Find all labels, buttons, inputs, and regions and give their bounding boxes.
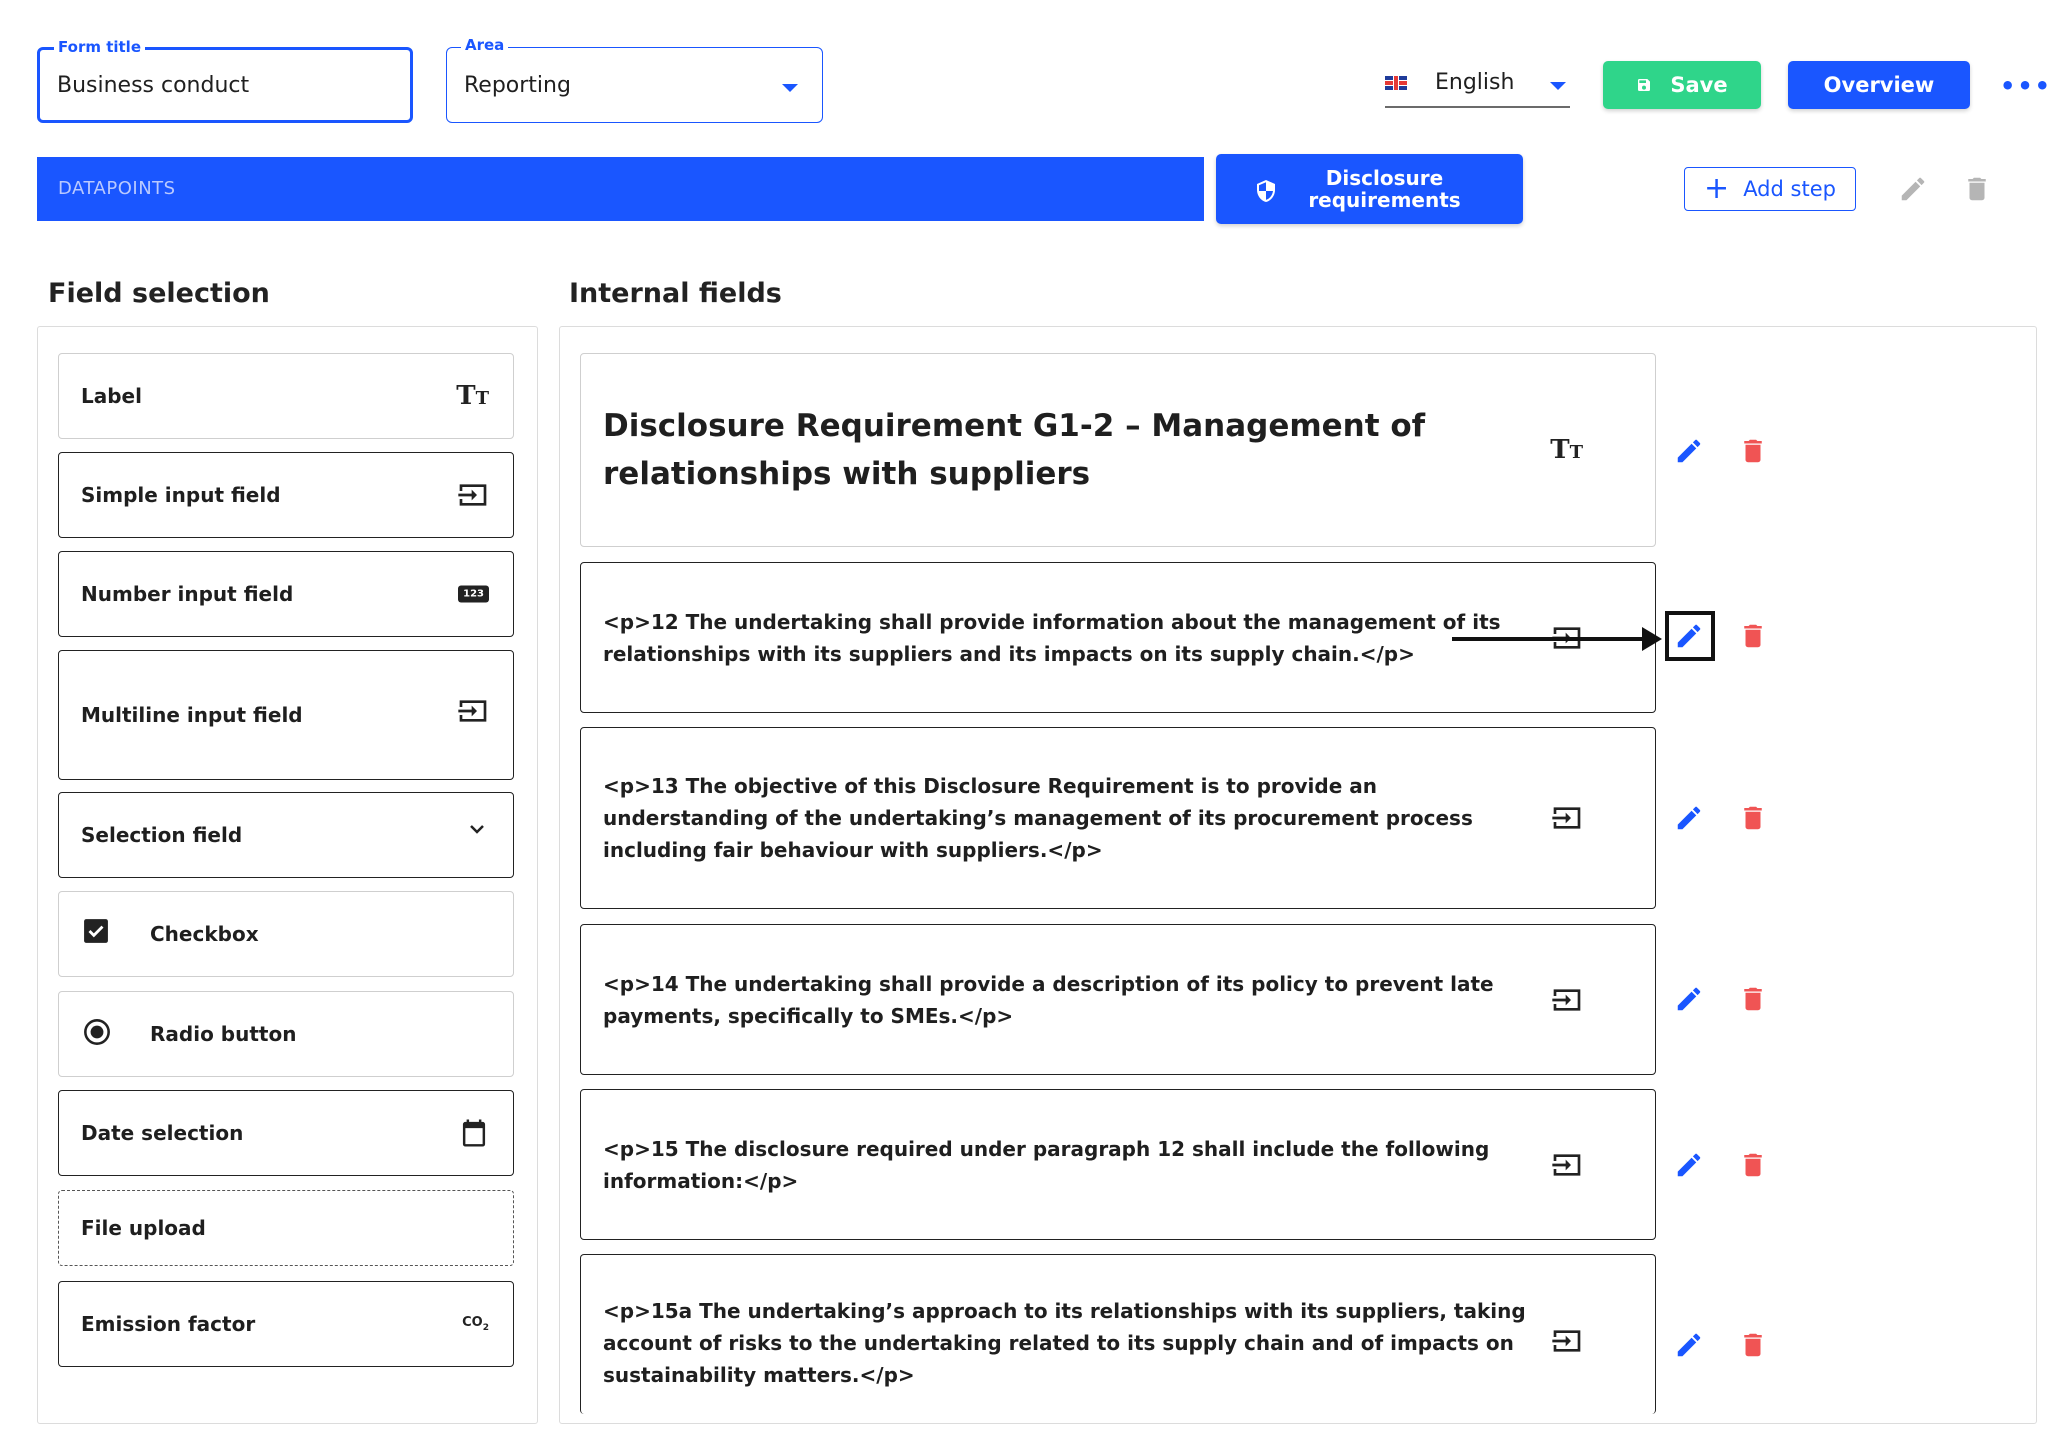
annotation-highlight-box bbox=[1665, 611, 1715, 661]
form-title-value: Business conduct bbox=[57, 72, 250, 98]
uk-flag-icon bbox=[1385, 76, 1407, 90]
field-type-radio-text: Radio button bbox=[150, 1022, 297, 1046]
edit-icon[interactable] bbox=[1674, 984, 1704, 1014]
field-type-label-text: Label bbox=[81, 384, 142, 408]
edit-icon[interactable] bbox=[1674, 436, 1704, 466]
save-button[interactable]: Save bbox=[1603, 61, 1761, 109]
plus-icon: + bbox=[1704, 171, 1730, 206]
add-step-label: Add step bbox=[1743, 177, 1836, 201]
datapoints-label: DATAPOINTS bbox=[58, 178, 176, 199]
field-type-file-upload[interactable]: File upload bbox=[58, 1190, 514, 1266]
edit-icon[interactable] bbox=[1674, 1150, 1704, 1180]
field-type-emission-factor-text: Emission factor bbox=[81, 1312, 256, 1336]
field-type-date-text: Date selection bbox=[81, 1121, 244, 1145]
datapoints-tab[interactable]: DATAPOINTS bbox=[37, 157, 1204, 221]
field-type-simple-input[interactable]: Simple input field bbox=[58, 452, 514, 538]
save-icon bbox=[1638, 79, 1651, 91]
edit-step-icon[interactable] bbox=[1898, 174, 1928, 204]
input-icon bbox=[458, 484, 487, 506]
field-selection-title: Field selection bbox=[48, 278, 270, 309]
internal-field-card[interactable]: <p>15 The disclosure required under para… bbox=[580, 1089, 1656, 1240]
text-format-icon: TT bbox=[1550, 435, 1583, 465]
numbers-icon: 123 bbox=[458, 585, 489, 603]
disclosure-requirements-button[interactable]: Disclosure requirements bbox=[1216, 154, 1523, 224]
shield-icon bbox=[1257, 180, 1275, 202]
input-icon bbox=[1552, 988, 1581, 1011]
delete-step-icon[interactable] bbox=[1962, 174, 1992, 204]
area-select[interactable]: Area Reporting bbox=[446, 36, 823, 123]
field-type-simple-input-text: Simple input field bbox=[81, 483, 281, 507]
add-step-button[interactable]: + Add step bbox=[1684, 167, 1856, 211]
delete-icon[interactable] bbox=[1738, 621, 1768, 651]
field-type-radio[interactable]: Radio button bbox=[58, 991, 514, 1077]
chevron-down-icon bbox=[782, 84, 798, 92]
annotation-arrow-line bbox=[1452, 637, 1644, 641]
internal-fields-title: Internal fields bbox=[569, 278, 782, 309]
language-select[interactable]: English bbox=[1385, 62, 1570, 108]
chevron-down-icon bbox=[1550, 82, 1566, 90]
chevron-down-icon bbox=[470, 825, 484, 834]
edit-icon[interactable] bbox=[1674, 1330, 1704, 1360]
field-type-checkbox[interactable]: Checkbox bbox=[58, 891, 514, 977]
internal-field-text: <p>15 The disclosure required under para… bbox=[603, 1136, 1490, 1193]
internal-field-card[interactable]: Disclosure Requirement G1-2 – Management… bbox=[580, 353, 1656, 547]
delete-icon[interactable] bbox=[1738, 1330, 1768, 1360]
input-icon bbox=[1552, 807, 1581, 829]
field-type-multiline-input[interactable]: Multiline input field bbox=[58, 650, 514, 780]
co2-icon: CO2 bbox=[462, 1315, 489, 1333]
calendar-icon bbox=[462, 1119, 486, 1147]
form-title-field[interactable]: Form title Business conduct bbox=[37, 38, 413, 123]
edit-icon[interactable] bbox=[1674, 803, 1704, 833]
internal-field-text: <p>14 The undertaking shall provide a de… bbox=[603, 971, 1494, 1028]
field-type-selection[interactable]: Selection field bbox=[58, 792, 514, 878]
field-type-number-input[interactable]: Number input field 123 bbox=[58, 551, 514, 637]
more-options-icon[interactable]: ••• bbox=[2000, 72, 2052, 100]
overview-button[interactable]: Overview bbox=[1788, 61, 1970, 109]
overview-label: Overview bbox=[1823, 73, 1935, 97]
delete-icon[interactable] bbox=[1738, 803, 1768, 833]
input-icon bbox=[1552, 1153, 1581, 1176]
internal-field-text: <p>12 The undertaking shall provide info… bbox=[603, 609, 1501, 666]
delete-icon[interactable] bbox=[1738, 984, 1768, 1014]
text-format-icon: TT bbox=[456, 381, 489, 411]
internal-field-card[interactable]: <p>13 The objective of this Disclosure R… bbox=[580, 727, 1656, 909]
disclosure-label-line2: requirements bbox=[1308, 188, 1461, 212]
field-type-emission-factor[interactable]: Emission factor CO2 bbox=[58, 1281, 514, 1367]
annotation-arrow-head bbox=[1642, 627, 1662, 651]
field-type-number-input-text: Number input field bbox=[81, 582, 294, 606]
internal-field-card[interactable]: <p>14 The undertaking shall provide a de… bbox=[580, 924, 1656, 1075]
checkbox-icon bbox=[84, 919, 108, 943]
field-type-date[interactable]: Date selection bbox=[58, 1090, 514, 1176]
field-type-selection-text: Selection field bbox=[81, 823, 243, 847]
radio-icon bbox=[84, 1019, 110, 1045]
internal-field-card[interactable]: <p>15a The undertaking’s approach to its… bbox=[580, 1254, 1656, 1414]
field-type-multiline-input-text: Multiline input field bbox=[81, 703, 303, 727]
delete-icon[interactable] bbox=[1738, 1150, 1768, 1180]
field-type-file-upload-text: File upload bbox=[81, 1216, 206, 1240]
language-value: English bbox=[1435, 70, 1515, 95]
internal-field-text: <p>15a The undertaking’s approach to its… bbox=[603, 1298, 1526, 1387]
disclosure-label-line1: Disclosure bbox=[1325, 166, 1444, 190]
area-value: Reporting bbox=[464, 72, 571, 98]
internal-field-text: Disclosure Requirement G1-2 – Management… bbox=[603, 408, 1426, 492]
field-type-label[interactable]: Label TT bbox=[58, 353, 514, 439]
internal-field-text: <p>13 The objective of this Disclosure R… bbox=[603, 774, 1473, 862]
delete-icon[interactable] bbox=[1738, 436, 1768, 466]
field-type-checkbox-text: Checkbox bbox=[150, 922, 259, 946]
save-label: Save bbox=[1670, 73, 1728, 97]
input-icon bbox=[458, 700, 487, 722]
input-icon bbox=[1552, 1330, 1581, 1352]
